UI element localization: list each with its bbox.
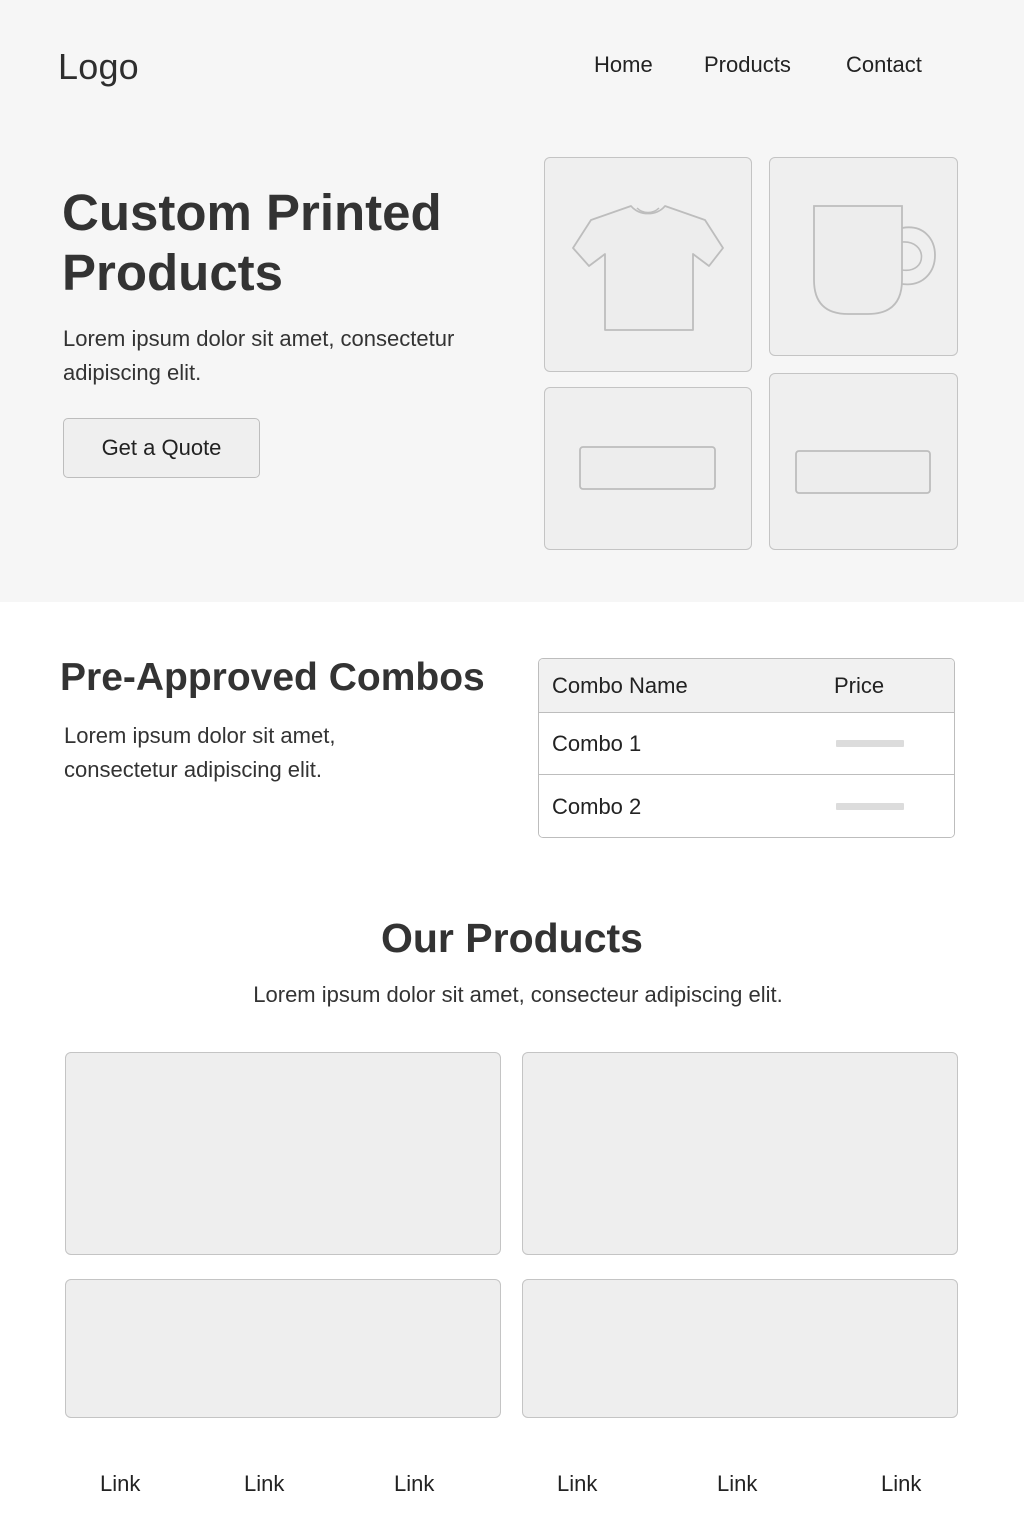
combos-title: Pre-Approved Combos (60, 656, 485, 699)
combos-table: Combo Name Price Combo 1 Combo 2 (538, 658, 955, 838)
footer-link[interactable]: Link (100, 1471, 140, 1497)
product-card[interactable] (65, 1052, 501, 1255)
footer-link[interactable]: Link (557, 1471, 597, 1497)
mug-icon (813, 205, 936, 315)
column-header-combo-name: Combo Name (552, 673, 688, 698)
hero-title-line-1: Custom Printed (62, 184, 442, 241)
nav-link-home[interactable]: Home (594, 52, 653, 78)
table-row[interactable]: Combo 1 (539, 713, 954, 775)
product-tile-mug[interactable] (769, 157, 958, 356)
table-row[interactable]: Combo 2 (539, 776, 954, 837)
combo-name-cell: Combo 2 (552, 794, 642, 819)
footer-link[interactable]: Link (881, 1471, 921, 1497)
product-tile-tshirt[interactable] (544, 157, 752, 372)
nav-link-products[interactable]: Products (704, 52, 791, 78)
column-header-price: Price (834, 673, 885, 698)
get-a-quote-button[interactable]: Get a Quote (63, 418, 260, 478)
footer-link[interactable]: Link (394, 1471, 434, 1497)
main-nav: Home Products Contact (0, 52, 1024, 82)
product-card[interactable] (522, 1279, 958, 1418)
table-header-row: Combo Name Price (539, 659, 954, 713)
product-card[interactable] (65, 1279, 501, 1418)
hero-title-line-2: Products (62, 244, 284, 301)
footer-link[interactable]: Link (717, 1471, 757, 1497)
price-placeholder (836, 740, 904, 747)
label-icon (795, 450, 931, 494)
hero-description: Lorem ipsum dolor sit amet, consectetur … (63, 326, 455, 385)
price-placeholder (836, 803, 904, 810)
nav-link-contact[interactable]: Contact (846, 52, 922, 78)
products-description: Lorem ipsum dolor sit amet, consecteur a… (253, 982, 783, 1007)
footer-link[interactable]: Link (244, 1471, 284, 1497)
products-title: Our Products (381, 915, 643, 961)
product-tile-label-2[interactable] (769, 373, 958, 550)
product-card[interactable] (522, 1052, 958, 1255)
combos-description: Lorem ipsum dolor sit amet, consectetur … (64, 723, 336, 782)
product-tile-label-1[interactable] (544, 387, 752, 550)
label-icon (579, 446, 716, 490)
hero-title: Custom Printed Products (62, 183, 502, 303)
t-shirt-icon (572, 205, 724, 331)
combo-name-cell: Combo 1 (552, 731, 642, 756)
